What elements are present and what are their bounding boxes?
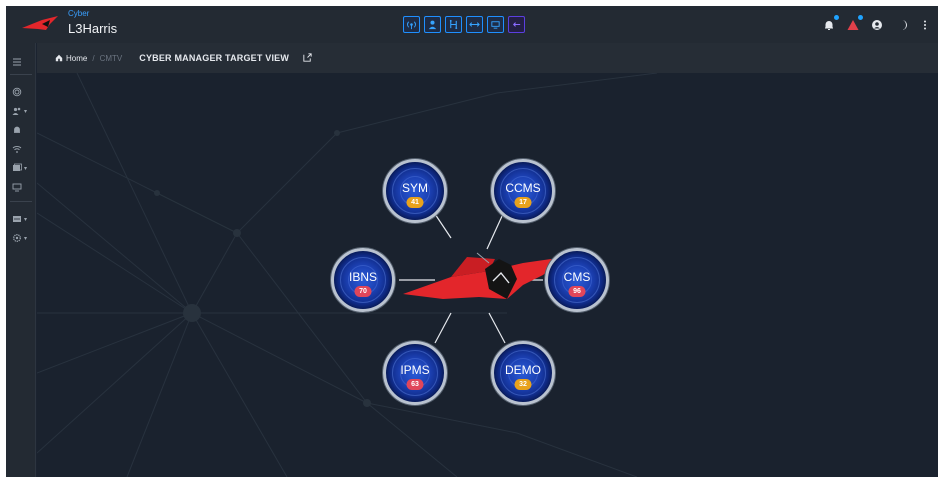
node-ccms[interactable]: CCMS 17 — [491, 159, 555, 223]
node-sym[interactable]: SYM 41 — [383, 159, 447, 223]
moon-icon — [902, 19, 907, 30]
header-actions — [822, 6, 932, 43]
chevron-down-icon: ▾ — [24, 216, 28, 223]
inbox-icon — [13, 216, 21, 222]
device-icon — [491, 21, 500, 29]
node-ibns-label: IBNS — [348, 270, 377, 284]
user-circle-icon — [872, 19, 882, 30]
wifi-icon — [12, 146, 22, 153]
account-button[interactable] — [870, 18, 884, 32]
alerts-button[interactable] — [846, 14, 863, 32]
tool-back[interactable] — [508, 16, 525, 33]
node-sym-label: SYM — [401, 181, 428, 195]
nav-item-inbox[interactable]: ▾ — [12, 213, 34, 225]
bell-icon — [825, 20, 833, 30]
gallery-icon — [13, 163, 22, 171]
node-ccms-label: CCMS — [505, 181, 541, 195]
chevron-down-icon: ▾ — [24, 108, 28, 115]
brand-subtitle: Cyber — [68, 9, 90, 18]
toolbar — [403, 16, 525, 33]
node-demo-label: DEMO — [505, 363, 541, 377]
nav-item-alerts[interactable] — [12, 124, 34, 136]
node-ibns-count-badge: 70 — [354, 286, 372, 297]
tool-device[interactable] — [487, 16, 504, 33]
hub-connections — [399, 213, 565, 344]
nav-divider — [10, 201, 32, 202]
node-ipms[interactable]: IPMS 63 — [383, 341, 447, 405]
node-demo-count-badge: 32 — [514, 379, 532, 390]
settings-icon — [13, 234, 21, 242]
connector-sym — [434, 213, 452, 239]
nav-item-settings[interactable]: ▾ — [12, 232, 34, 244]
node-ipms-label: IPMS — [400, 363, 430, 377]
top-header: Cyber L3Harris — [6, 6, 938, 43]
page-title: CYBER MANAGER TARGET VIEW — [139, 53, 290, 63]
fingerprint-icon — [12, 87, 22, 97]
brand-name: L3Harris — [68, 21, 118, 36]
breadcrumb-home[interactable]: Home — [55, 54, 87, 63]
node-cms-label: CMS — [563, 270, 591, 284]
breadcrumb-home-label: Home — [66, 53, 88, 63]
center-logo[interactable] — [403, 252, 565, 299]
node-ccms-count-badge: 17 — [514, 197, 532, 208]
tool-arrows[interactable] — [466, 16, 483, 33]
users-icon — [12, 107, 21, 115]
connector-ipms — [434, 312, 452, 344]
nav-item-wifi[interactable] — [12, 143, 34, 155]
node-ipms-count-badge: 63 — [406, 379, 424, 390]
monitor-icon — [12, 183, 22, 192]
theme-toggle[interactable] — [894, 18, 908, 32]
breadcrumb-separator: / — [92, 53, 95, 63]
more-vertical-icon — [924, 20, 926, 29]
breadcrumb-current: CMTV — [99, 53, 123, 63]
notifications-button[interactable] — [822, 14, 839, 32]
breadcrumb: Home / CMTV CYBER MANAGER TARGET VIEW — [37, 43, 938, 73]
node-ibns[interactable]: IBNS 70 — [331, 248, 395, 312]
bell-icon — [14, 126, 20, 133]
more-menu-button[interactable] — [918, 18, 932, 32]
arrows-horizontal-icon — [469, 22, 480, 27]
nav-menu-toggle[interactable] — [12, 56, 34, 68]
node-demo[interactable]: DEMO 32 — [491, 341, 555, 405]
export-icon — [303, 53, 312, 62]
node-sym-count-badge: 41 — [406, 197, 424, 208]
tool-user[interactable] — [424, 16, 441, 33]
connector-ccms — [486, 213, 504, 250]
menu-icon — [13, 58, 21, 66]
nav-item-monitor[interactable] — [12, 181, 34, 193]
target-view-canvas: SYM 41 CCMS 17 IBNS 70 CMS 96 IPMS 63 DE… — [37, 73, 938, 477]
nav-item-fingerprint[interactable] — [12, 86, 34, 98]
alert-triangle-icon — [847, 19, 859, 30]
network-icon — [449, 19, 458, 30]
connector-demo — [488, 312, 506, 344]
user-icon — [428, 20, 437, 30]
nav-item-gallery[interactable]: ▾ — [12, 162, 34, 174]
node-cms[interactable]: CMS 96 — [545, 248, 609, 312]
side-navigation: ▾ ▾ ▾ ▾ — [6, 43, 36, 477]
app-frame: Cyber L3Harris ▾ ▾ ▾ ▾ Home / CMTV CYBER… — [6, 6, 938, 477]
tool-network[interactable] — [445, 16, 462, 33]
tool-broadcast[interactable] — [403, 16, 420, 33]
alert-dot — [858, 14, 863, 20]
nav-item-users[interactable]: ▾ — [12, 105, 34, 117]
broadcast-icon — [407, 21, 416, 30]
chevron-down-icon: ▾ — [24, 165, 28, 172]
nav-divider — [10, 74, 32, 75]
l3harris-logo[interactable] — [20, 14, 60, 36]
home-icon — [55, 54, 63, 62]
chevron-down-icon: ▾ — [24, 235, 28, 242]
arrow-left-icon — [512, 22, 521, 27]
export-button[interactable] — [302, 52, 314, 64]
notification-dot — [834, 14, 839, 20]
node-cms-count-badge: 96 — [568, 286, 586, 297]
